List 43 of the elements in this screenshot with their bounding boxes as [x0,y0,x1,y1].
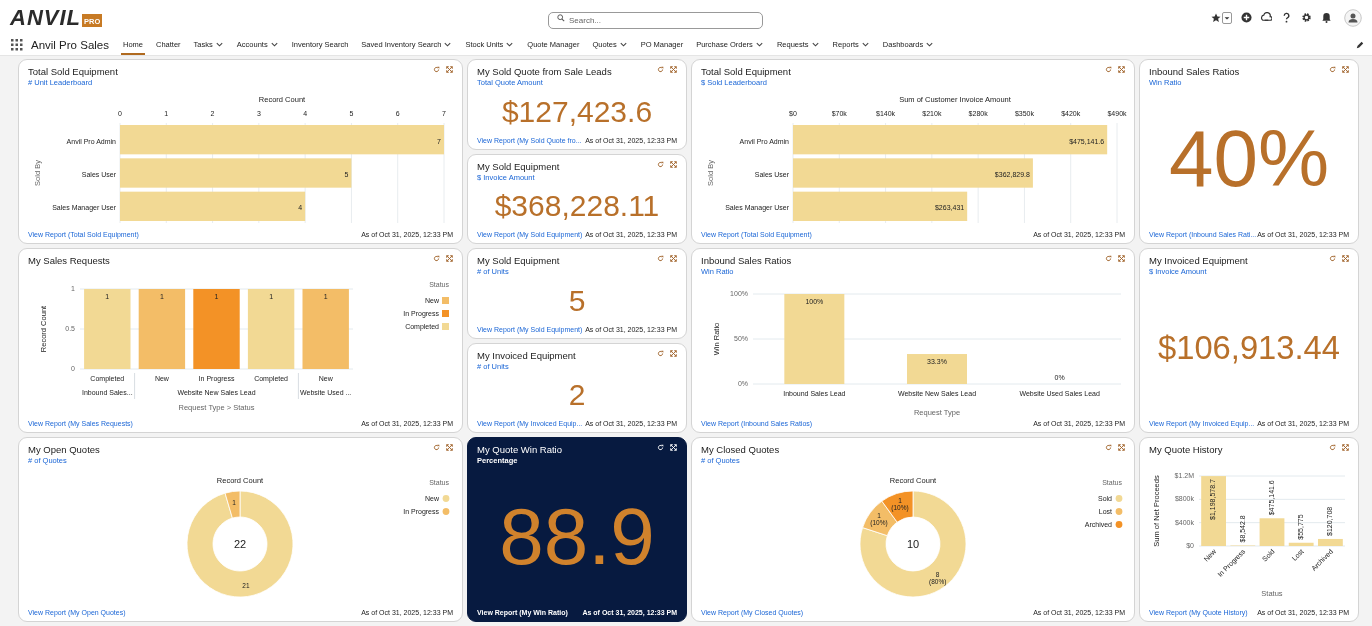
card-title: Total Sold Equipment [28,66,118,77]
app-launcher-icon[interactable] [11,39,23,51]
donut-total: 10 [906,537,919,550]
help-icon[interactable] [1281,12,1292,23]
edit-icon[interactable] [1356,41,1364,49]
card-title: My Sales Requests [28,255,110,266]
logo-text: ANVIL [10,4,81,31]
metric-value: 5 [568,285,586,316]
donut-total: 22 [233,537,247,550]
card-title: My Sold Quote from Sale Leads [477,66,612,77]
metric-value: 88.9 [499,497,655,577]
card-title: My Quote History [1149,444,1223,455]
cloud-icon[interactable] [1261,12,1272,23]
card-title: My Closed Quotes [701,444,780,455]
metric-value: $368,228.11 [494,191,660,222]
favorites-button[interactable] [1211,11,1232,24]
metric-value: $106,913.44 [1158,331,1340,365]
card-title: My Invoiced Equipment [477,349,576,361]
metric-value: $127,423.6 [501,96,653,127]
card-title: My Open Quotes [28,444,100,455]
card-title: My Sold Equipment [477,160,560,172]
bar [906,353,967,384]
notifications-icon[interactable] [1321,12,1332,23]
add-icon[interactable] [1241,12,1252,23]
bar [1259,518,1285,546]
search-field[interactable]: Search... [548,12,763,29]
metric-value: 40% [1168,119,1330,199]
user-avatar[interactable] [1344,8,1362,27]
card-title: My Invoiced Equipment [1149,255,1248,266]
metric-value: 2 [568,380,586,411]
star-icon [1211,12,1221,23]
bar [1288,542,1314,546]
card-title: Total Sold Equipment [701,66,791,77]
caret-icon [1222,11,1232,24]
card-title: My Sold Equipment [477,255,560,266]
card-title: My Quote Win Ratio [477,444,562,455]
search-icon [557,13,565,22]
app-name: Anvil Pro Sales [31,39,109,51]
card-title: Inbound Sales Ratios [1149,66,1240,77]
bar [1318,538,1343,546]
bar [1201,476,1226,546]
card-title: Inbound Sales Ratios [701,255,792,266]
settings-icon[interactable] [1301,12,1312,23]
